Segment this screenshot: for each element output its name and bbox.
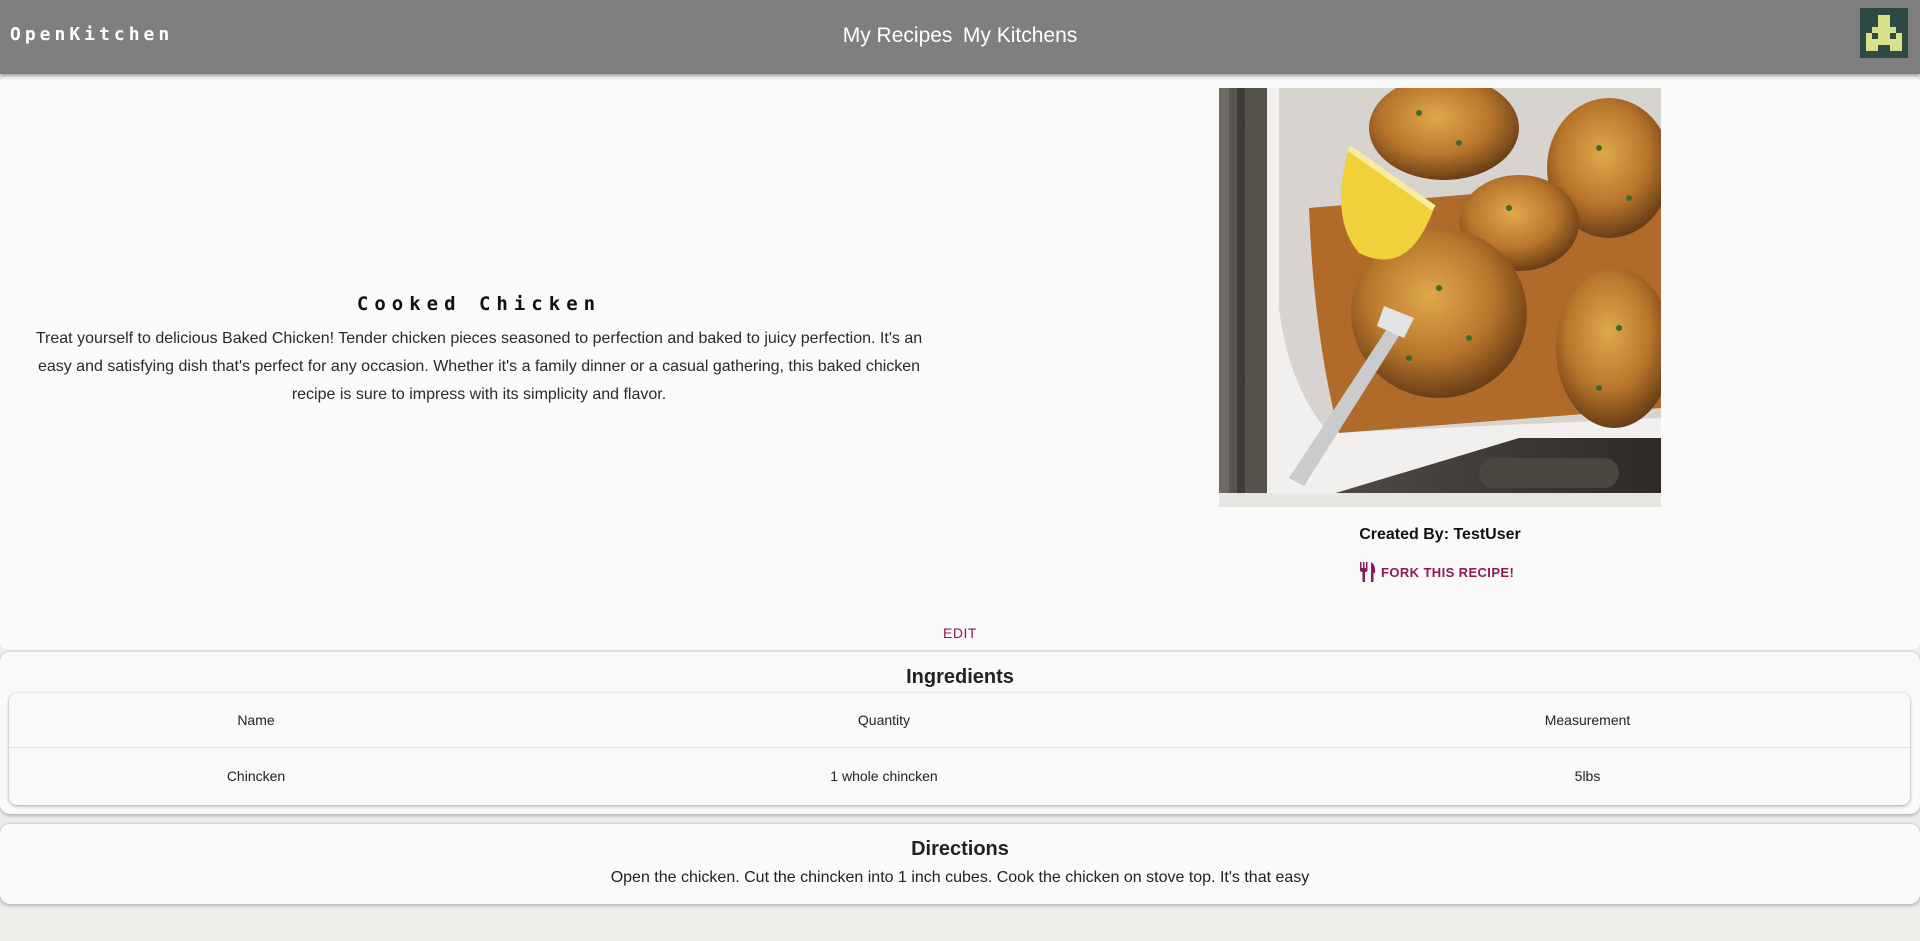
column-header-name[interactable]: Name <box>9 693 503 748</box>
ingredients-table: Name Quantity Measurement Chincken 1 who… <box>9 693 1910 805</box>
edit-button[interactable]: EDIT <box>0 625 1920 641</box>
recipe-photo <box>1219 88 1661 507</box>
fork-recipe-label: FORK THIS RECIPE! <box>1381 564 1515 580</box>
ingredient-name-cell: Chincken <box>226 768 286 784</box>
ingredient-measurement-cell: 5lbs <box>1574 768 1601 784</box>
table-row: Chincken 1 whole chincken 5lbs <box>9 749 1910 804</box>
recipe-info: Cooked Chicken Treat yourself to delicio… <box>20 293 938 409</box>
directions-title: Directions <box>911 838 1009 860</box>
nav-my-recipes[interactable]: My Recipes <box>843 24 953 48</box>
ingredients-card: Ingredients Name Quantity Measurement Ch… <box>0 652 1920 814</box>
recipe-description: Treat yourself to delicious Baked Chicke… <box>35 330 923 403</box>
directions-text: Open the chicken. Cut the chincken into … <box>610 869 1310 886</box>
user-avatar[interactable] <box>1860 8 1908 58</box>
baked-chicken-photo <box>1219 88 1661 507</box>
app-bar: OpenKitchen My Recipes My Kitchens <box>0 0 1920 74</box>
column-header-quantity[interactable]: Quantity <box>503 693 1265 748</box>
main-nav: My Recipes My Kitchens <box>0 24 1920 48</box>
fork-recipe-button[interactable]: FORK THIS RECIPE! <box>1358 560 1514 584</box>
directions-card: Directions Open the chicken. Cut the chi… <box>0 824 1920 904</box>
recipe-panel: Cooked Chicken Treat yourself to delicio… <box>0 76 1920 650</box>
pixel-avatar-icon <box>1860 9 1908 57</box>
column-header-measurement[interactable]: Measurement <box>1265 693 1910 748</box>
ingredients-title: Ingredients <box>906 666 1014 688</box>
nav-my-kitchens[interactable]: My Kitchens <box>963 24 1077 48</box>
fork-knife-icon <box>1360 562 1376 582</box>
table-header-row: Name Quantity Measurement <box>9 693 1910 748</box>
recipe-title: Cooked Chicken <box>356 293 602 315</box>
ingredient-quantity-cell: 1 whole chincken <box>830 768 938 784</box>
created-by: Created By: TestUser <box>1359 526 1521 543</box>
